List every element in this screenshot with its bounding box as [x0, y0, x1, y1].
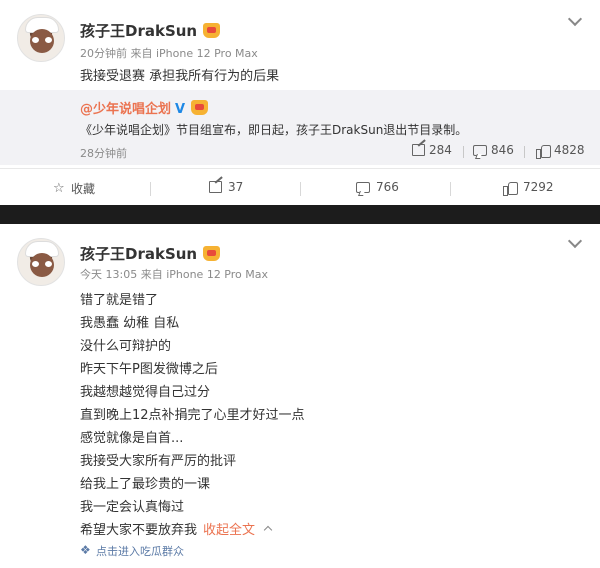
chevron-up-icon[interactable] [263, 525, 273, 535]
thumbs-up-icon [503, 181, 518, 196]
post-text: 我接受退赛 承担我所有行为的后果 [80, 69, 280, 84]
post-text-line: 我愚蠢 幼稚 自私 [80, 316, 180, 331]
post-text-line: 没什么可辩护的 [80, 339, 172, 354]
divider [150, 182, 151, 196]
quoted-time: 28分钟前 [80, 147, 127, 160]
post-text-line: 昨天下午P图发微博之后 [80, 362, 218, 377]
supertopic-link[interactable]: 点击进入吃瓜群众 [80, 543, 184, 559]
crown-icon [191, 100, 209, 115]
quoted-text: 《少年说唱企划》节目组宣布，即日起，孩子王DrakSun退出节目录制。 [80, 123, 468, 137]
post-meta: 今天 13:05 来自 iPhone 12 Pro Max [80, 268, 268, 281]
favorite-button[interactable]: ☆ 收藏 [53, 180, 95, 197]
supertopic-icon [80, 543, 92, 557]
like-button[interactable]: 7292 [503, 180, 554, 196]
comment-button[interactable]: 766 [356, 180, 399, 194]
username[interactable]: 孩子王DrakSun [80, 243, 221, 264]
quoted-share-button[interactable]: 284 [412, 143, 452, 157]
star-icon: ☆ [53, 180, 65, 196]
divider [524, 146, 525, 158]
chevron-down-icon[interactable] [567, 11, 583, 27]
weibo-post-card: 孩子王DrakSun 今天 13:05 来自 iPhone 12 Pro Max… [0, 224, 600, 568]
avatar[interactable] [17, 238, 65, 286]
quoted-comment-button[interactable]: 846 [473, 143, 514, 157]
reposted-post[interactable]: @少年说唱企划 V 《少年说唱企划》节目组宣布，即日起，孩子王DrakSun退出节… [0, 90, 600, 165]
share-icon [412, 144, 425, 156]
share-button[interactable]: 37 [209, 180, 243, 194]
divider [463, 146, 464, 158]
post-text-line: 给我上了最珍贵的一课 [80, 477, 211, 492]
avatar[interactable] [17, 14, 65, 62]
quoted-like-button[interactable]: 4828 [536, 143, 585, 159]
post-text-line: 我接受大家所有严厉的批评 [80, 454, 237, 469]
action-bar: ☆ 收藏 37 766 7292 [0, 168, 600, 205]
comment-icon [473, 144, 487, 156]
collapse-link[interactable]: 收起全文 [203, 523, 255, 538]
post-text-line: 直到晚上12点补捐完了心里才好过一点 [80, 408, 305, 423]
post-text-line: 感觉就像是自首... [80, 431, 184, 446]
crown-icon [203, 246, 221, 261]
username[interactable]: 孩子王DrakSun [80, 20, 221, 41]
comment-icon [356, 181, 370, 193]
share-icon [209, 181, 222, 193]
post-meta: 20分钟前 来自 iPhone 12 Pro Max [80, 47, 258, 60]
divider [300, 182, 301, 196]
crown-icon [203, 23, 221, 38]
chevron-down-icon[interactable] [567, 233, 583, 249]
post-text-line: 我一定会认真悔过 [80, 500, 185, 515]
post-text-line: 希望大家不要放弃我 收起全文 [80, 519, 273, 538]
post-text-line: 我越想越觉得自己过分 [80, 385, 211, 400]
post-text-line: 错了就是错了 [80, 293, 159, 308]
verified-icon: V [175, 102, 186, 117]
weibo-post-card: 孩子王DrakSun 20分钟前 来自 iPhone 12 Pro Max 我接… [0, 0, 600, 205]
thumbs-up-icon [536, 144, 551, 159]
divider [450, 182, 451, 196]
quoted-username[interactable]: @少年说唱企划 V [80, 98, 209, 117]
